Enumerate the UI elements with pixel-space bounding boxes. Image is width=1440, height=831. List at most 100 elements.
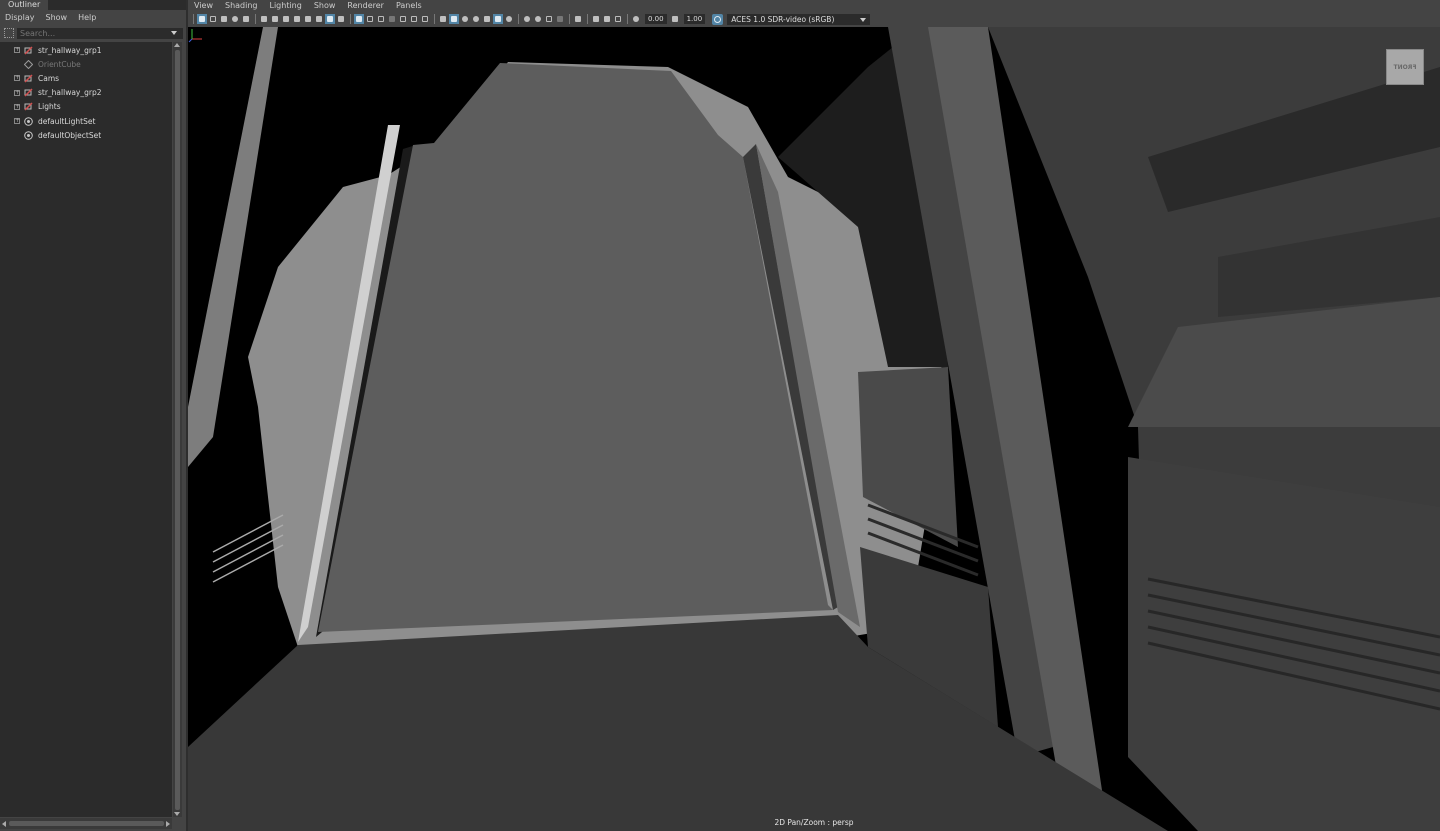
field-chart-icon[interactable] [314, 14, 324, 24]
select-camera-icon[interactable] [197, 14, 207, 24]
xray-joints-icon[interactable] [438, 14, 448, 24]
scene-render [188, 27, 1440, 831]
outliner-search-row [0, 26, 186, 40]
isolate-select-icon[interactable] [482, 14, 492, 24]
scroll-left-arrow-icon[interactable] [2, 821, 6, 827]
wireframe-icon[interactable] [354, 14, 364, 24]
set-icon [24, 116, 33, 126]
gamma-icon[interactable] [670, 14, 680, 24]
gate-mask-icon[interactable] [303, 14, 313, 24]
camera-label: 2D Pan/Zoom : persp [774, 818, 854, 827]
film-gate-icon[interactable] [281, 14, 291, 24]
expand-icon[interactable]: + [14, 103, 20, 110]
grid-icon[interactable] [270, 14, 280, 24]
smooth-shade-icon[interactable] [365, 14, 375, 24]
toolbar-separator [434, 14, 435, 24]
resolution-gate-icon[interactable] [292, 14, 302, 24]
outliner-tab[interactable]: Outliner [0, 0, 48, 10]
gamma-field[interactable]: 1.00 [683, 14, 706, 24]
wireframe-on-shaded-icon[interactable] [376, 14, 386, 24]
viewport-toolbar: 0.00 1.00 ACES 1.0 SDR-video (sRGB) [188, 11, 1440, 27]
color-management-icon[interactable] [712, 13, 724, 25]
gate-icon[interactable] [613, 14, 623, 24]
toolbar-separator [569, 14, 570, 24]
scroll-right-arrow-icon[interactable] [166, 821, 170, 827]
toolbar-separator [518, 14, 519, 24]
outliner-item[interactable]: defaultObjectSet [0, 128, 172, 142]
viewport-menu-lighting[interactable]: Lighting [269, 1, 301, 10]
search-options-dropdown-icon[interactable] [171, 31, 177, 35]
outliner-item-label: Cams [38, 73, 60, 83]
screen-space-icon[interactable] [544, 14, 554, 24]
toolbar-separator [350, 14, 351, 24]
ambient-occlusion-icon[interactable] [493, 14, 503, 24]
chevron-down-icon [860, 17, 867, 22]
scrollbar-thumb[interactable] [175, 50, 180, 810]
viewport-menubar: View Shading Lighting Show Renderer Pane… [188, 0, 1440, 11]
default-material-icon[interactable] [460, 14, 470, 24]
outliner-search-input[interactable] [17, 27, 183, 39]
multisample-icon[interactable] [522, 14, 532, 24]
axis-gizmo-icon [188, 29, 202, 43]
outliner-vertical-scrollbar[interactable] [173, 42, 182, 817]
outliner-item[interactable]: + str_hallway_grp1 [0, 43, 172, 57]
outliner-menu-display[interactable]: Display [5, 13, 35, 22]
shadows-icon[interactable] [409, 14, 419, 24]
expand-icon[interactable]: + [14, 47, 20, 54]
outliner-item-label: str_hallway_grp1 [38, 45, 102, 55]
filter-icon[interactable] [4, 28, 14, 38]
color-management-dropdown[interactable]: ACES 1.0 SDR-video (sRGB) [727, 13, 871, 25]
viewport-menu-show[interactable]: Show [314, 1, 336, 10]
shaded-brush-icon[interactable] [471, 14, 481, 24]
set-icon [24, 130, 33, 140]
outliner-item-label: defaultLightSet [38, 116, 96, 126]
toolbar-separator [255, 14, 256, 24]
outliner-menu-show[interactable]: Show [46, 13, 68, 22]
outliner-horizontal-scrollbar[interactable] [0, 818, 172, 829]
viewport-menu-shading[interactable]: Shading [225, 1, 258, 10]
color-management-value: ACES 1.0 SDR-video (sRGB) [731, 14, 835, 24]
toggle-panel-icon[interactable] [591, 14, 601, 24]
smooth-shade-all-icon[interactable] [449, 14, 459, 24]
isolate-icon[interactable] [573, 14, 583, 24]
image-plane-icon[interactable] [230, 14, 240, 24]
outliner-item[interactable]: + Lights [0, 100, 172, 114]
group-icon [24, 88, 33, 97]
viewcube[interactable]: FRONT [1386, 49, 1424, 85]
outliner-item[interactable]: + defaultLightSet [0, 114, 172, 128]
2d-pan-zoom-icon[interactable] [241, 14, 251, 24]
exposure-icon[interactable] [631, 14, 641, 24]
safe-action-icon[interactable] [325, 14, 335, 24]
outliner-item[interactable]: + str_hallway_grp2 [0, 86, 172, 100]
xray-icon[interactable] [420, 14, 430, 24]
outliner-item[interactable]: OrientCube [0, 57, 172, 71]
expand-icon[interactable]: + [14, 89, 20, 96]
outliner-item-label: defaultObjectSet [38, 130, 102, 140]
safe-title-icon[interactable] [336, 14, 346, 24]
3d-viewport[interactable]: FRONT 2D Pan/Zoom : persp [188, 27, 1440, 831]
camera-attributes-icon[interactable] [208, 14, 218, 24]
group-icon [24, 46, 33, 55]
two-pane-icon[interactable] [602, 14, 612, 24]
viewport-menu-renderer[interactable]: Renderer [347, 1, 384, 10]
viewport-menu-view[interactable]: View [194, 1, 213, 10]
grease-pencil-icon[interactable] [259, 14, 269, 24]
outliner-item-label: OrientCube [38, 59, 81, 69]
textured-icon[interactable] [387, 14, 397, 24]
outliner-item[interactable]: + Cams [0, 71, 172, 85]
viewport-menu-panels[interactable]: Panels [396, 1, 422, 10]
depth-of-field-icon[interactable] [533, 14, 543, 24]
hud-icon[interactable] [555, 14, 565, 24]
exposure-field[interactable]: 0.00 [645, 14, 667, 24]
expand-icon[interactable]: + [14, 75, 20, 82]
outliner-menu-help[interactable]: Help [78, 13, 96, 22]
toolbar-separator [627, 14, 628, 24]
outliner-item-label: str_hallway_grp2 [38, 88, 102, 98]
scroll-down-arrow-icon[interactable] [174, 812, 180, 816]
scrollbar-thumb[interactable] [9, 821, 164, 826]
expand-icon[interactable]: + [14, 118, 20, 125]
scroll-up-arrow-icon[interactable] [174, 43, 180, 47]
use-all-lights-icon[interactable] [398, 14, 408, 24]
motion-blur-icon[interactable] [504, 14, 514, 24]
bookmarks-icon[interactable] [219, 14, 229, 24]
